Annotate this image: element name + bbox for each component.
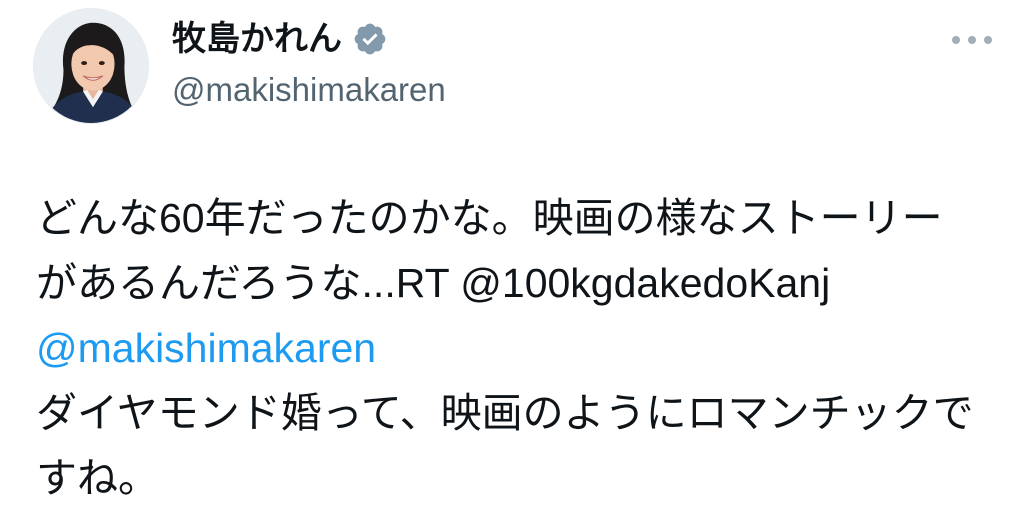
more-dot bbox=[968, 36, 976, 44]
author-handle[interactable]: @makishimakaren bbox=[172, 68, 446, 112]
more-icon[interactable] bbox=[952, 30, 992, 50]
more-dot bbox=[984, 36, 992, 44]
mention-link[interactable]: @makishimakaren bbox=[36, 316, 1004, 381]
tweet-line: ダイヤモンド婚って、映画のようにロマンチックで bbox=[36, 390, 974, 436]
tweet-line: があるんだろうな...RT @100kgdakedoKanj bbox=[36, 260, 831, 306]
avatar[interactable] bbox=[33, 8, 149, 124]
profile-photo bbox=[34, 9, 148, 123]
tweet-line: すね。 bbox=[36, 455, 159, 501]
tweet-line: どんな60年だったのかな。映画の様なストーリー bbox=[36, 195, 943, 241]
tweet-text: どんな60年だったのかな。映画の様なストーリー があるんだろうな...RT @1… bbox=[36, 186, 1004, 511]
more-dot bbox=[952, 36, 960, 44]
author-name[interactable]: 牧島かれん bbox=[172, 14, 342, 64]
verified-badge-icon[interactable] bbox=[352, 21, 388, 57]
